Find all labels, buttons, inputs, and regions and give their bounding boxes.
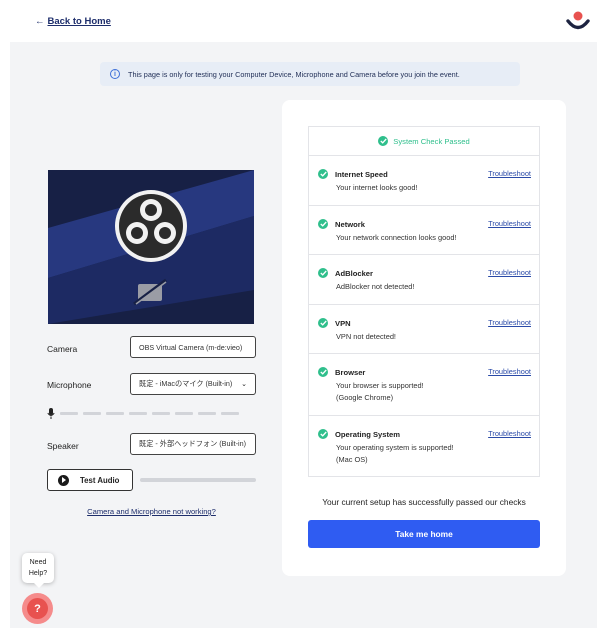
system-check-header: System Check Passed — [309, 127, 539, 156]
check-item-title: Operating System — [335, 430, 400, 439]
troubleshoot-link[interactable]: Troubleshoot — [488, 318, 531, 327]
help-tooltip-line: Need — [29, 559, 47, 566]
troubleshoot-link[interactable]: Troubleshoot — [488, 367, 531, 376]
speaker-label: Speaker — [47, 441, 79, 451]
level-segment — [106, 411, 124, 415]
info-notice-text: This page is only for testing your Compu… — [128, 69, 460, 79]
troubleshoot-link[interactable]: Troubleshoot — [488, 268, 531, 277]
check-item-description: Your browser is supported! (Google Chrom… — [336, 380, 424, 404]
obs-logo-icon — [115, 190, 187, 262]
take-me-home-button[interactable]: Take me home — [308, 520, 540, 548]
check-item-browser: Browser Your browser is supported! (Goog… — [309, 354, 539, 416]
check-item-line: Your operating system is supported! — [336, 443, 454, 452]
microphone-select[interactable]: 既定 - iMacのマイク (Built-in) ⌄ — [130, 373, 256, 395]
troubleshoot-link[interactable]: Troubleshoot — [488, 169, 531, 178]
level-segment — [129, 411, 147, 415]
level-segment — [60, 411, 78, 415]
system-check-list: System Check Passed Internet Speed Your … — [308, 126, 540, 477]
camera-preview — [48, 170, 254, 324]
check-item-line: (Google Chrome) — [336, 393, 394, 402]
audio-level-bar — [140, 478, 256, 482]
check-item-line: Your network connection looks good! — [336, 233, 457, 242]
troubleshoot-link[interactable]: Troubleshoot — [488, 429, 531, 438]
check-item-title: Browser — [335, 368, 366, 377]
back-to-home-label: Back to Home — [47, 16, 111, 27]
check-circle-icon — [318, 367, 328, 377]
check-item-network: Network Your network connection looks go… — [309, 206, 539, 255]
check-item-line: AdBlocker not detected! — [336, 282, 415, 291]
check-item-internet-speed: Internet Speed Your internet looks good!… — [309, 156, 539, 206]
level-segment — [198, 411, 216, 415]
check-item-title: Network — [335, 220, 365, 229]
check-item-description: Your internet looks good! — [336, 182, 418, 194]
check-item-line: Your browser is supported! — [336, 381, 424, 390]
success-message: Your current setup has successfully pass… — [322, 497, 526, 507]
camera-mic-not-working-link[interactable]: Camera and Microphone not working? — [10, 507, 293, 516]
camera-select[interactable]: OBS Virtual Camera (m-de:vieo) — [130, 336, 256, 358]
check-circle-icon — [318, 219, 328, 229]
microphone-icon — [47, 407, 55, 419]
level-segment — [175, 411, 193, 415]
check-item-line: (Mac OS) — [336, 455, 368, 464]
check-item-line: VPN not detected! — [336, 332, 396, 341]
arrow-left-icon: ← — [35, 16, 45, 27]
help-chat-icon: ? — [27, 598, 48, 619]
speaker-select-value: 既定 - 外部ヘッドフォン (Built-in) — [139, 439, 247, 448]
camera-preview-graphic — [48, 170, 254, 324]
back-to-home-link[interactable]: ← Back to Home — [35, 16, 111, 27]
main-area: i This page is only for testing your Com… — [10, 42, 597, 628]
troubleshoot-link[interactable]: Troubleshoot — [488, 219, 531, 228]
check-item-description: AdBlocker not detected! — [336, 281, 414, 293]
brand-logo-icon — [566, 11, 590, 30]
test-audio-button[interactable]: Test Audio — [47, 469, 133, 491]
system-check-header-text: System Check Passed — [393, 136, 470, 146]
microphone-select-value: 既定 - iMacのマイク (Built-in) — [139, 379, 233, 388]
info-icon: i — [110, 69, 120, 79]
level-segment — [221, 411, 239, 415]
check-item-description: Your operating system is supported! (Mac… — [336, 442, 454, 466]
level-segment — [152, 411, 170, 415]
check-item-description: VPN not detected! — [336, 331, 396, 343]
microphone-level-meter — [47, 407, 257, 419]
info-notice: i This page is only for testing your Com… — [100, 62, 520, 86]
test-audio-label: Test Audio — [80, 475, 120, 485]
level-segment — [83, 411, 101, 415]
check-item-line: Your internet looks good! — [336, 183, 418, 192]
check-item-title: Internet Speed — [335, 170, 388, 179]
speaker-select[interactable]: 既定 - 外部ヘッドフォン (Built-in) — [130, 433, 256, 455]
check-item-description: Your network connection looks good! — [336, 232, 457, 244]
check-item-title: VPN — [335, 319, 351, 328]
check-item-adblocker: AdBlocker AdBlocker not detected! Troubl… — [309, 255, 539, 305]
camera-label: Camera — [47, 344, 78, 354]
help-tooltip-line: Help? — [28, 570, 48, 577]
camera-select-value: OBS Virtual Camera (m-de:vieo) — [139, 342, 243, 352]
check-circle-icon — [378, 136, 389, 146]
check-circle-icon — [318, 429, 328, 439]
check-circle-icon — [318, 268, 328, 278]
help-tooltip: Need Help? — [22, 553, 54, 588]
play-icon — [58, 474, 69, 486]
top-bar: ← Back to Home — [0, 0, 597, 42]
system-check-card: System Check Passed Internet Speed Your … — [282, 100, 566, 576]
check-circle-icon — [318, 169, 328, 179]
microphone-label: Microphone — [47, 380, 92, 390]
check-item-operating-system: Operating System Your operating system i… — [309, 416, 539, 476]
check-item-vpn: VPN VPN not detected! Troubleshoot — [309, 305, 539, 354]
help-chat-button[interactable]: ? — [22, 593, 53, 624]
chevron-down-icon: ⌄ — [241, 381, 247, 388]
check-circle-icon — [318, 318, 328, 328]
check-item-title: AdBlocker — [335, 269, 373, 278]
